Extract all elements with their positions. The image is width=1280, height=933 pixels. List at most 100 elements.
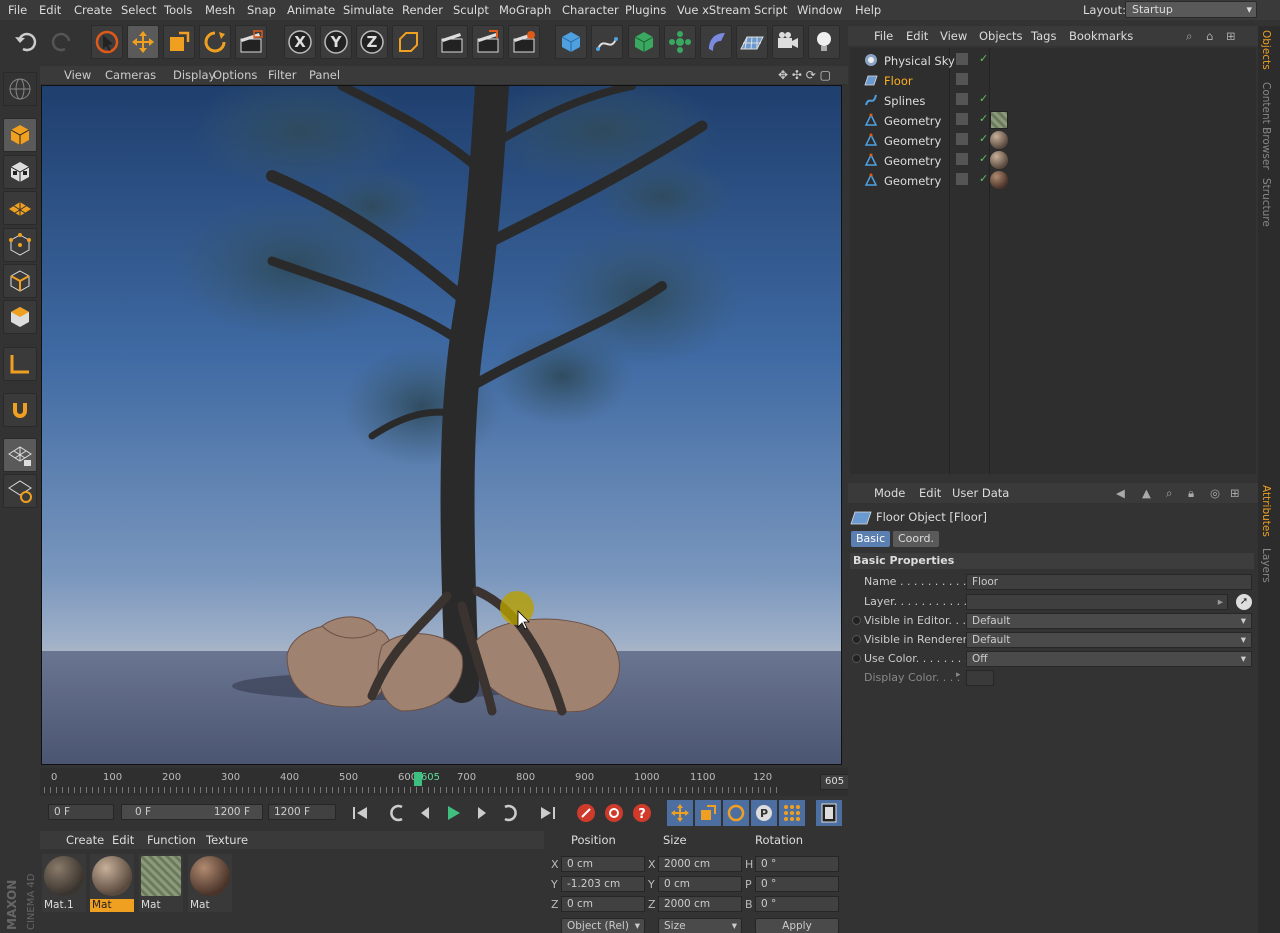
record-keys-button[interactable] [573,800,599,826]
material-menu-edit[interactable]: Edit [112,833,134,847]
visibility-icon[interactable] [956,53,968,65]
make-editable-button[interactable] [3,72,37,106]
viewport-menu-panel[interactable]: Panel [309,68,340,82]
material-swatch-selected[interactable]: Mat [90,854,134,912]
new-window-icon[interactable]: ⊞ [1230,486,1240,500]
add-deformer-button[interactable] [700,25,732,59]
menu-plugins[interactable]: Plugins [625,3,666,17]
start-frame-field[interactable]: 0 F [48,804,114,820]
render-picture-viewer-button[interactable] [472,25,504,59]
objects-menu-view[interactable]: View [940,29,967,43]
animate-radio[interactable] [852,654,861,663]
lock-icon[interactable]: 🔒︎ [1188,486,1194,501]
menu-snap[interactable]: Snap [247,3,276,17]
material-menu-create[interactable]: Create [66,833,104,847]
back-arrow-icon[interactable]: ◀ [1116,486,1125,500]
coordinate-mode-select[interactable]: Object (Rel) ▾ [561,918,645,933]
menu-file[interactable]: File [8,3,27,17]
visibility-icon[interactable] [956,73,968,85]
menu-animate[interactable]: Animate [287,3,335,17]
menu-script[interactable]: Script [754,3,787,17]
play-button[interactable] [440,800,466,826]
go-to-start-button[interactable] [347,800,373,826]
move-tool-button[interactable] [127,25,159,59]
keyframe-selection-button[interactable]: ? [629,800,655,826]
enabled-check-icon[interactable]: ✓ [979,132,988,145]
up-arrow-icon[interactable]: ▲ [1142,486,1151,500]
object-row-floor[interactable]: Floor [860,70,1256,90]
menu-window[interactable]: Window [797,3,842,17]
attr-menu-user-data[interactable]: User Data [952,486,1009,500]
objects-menu-file[interactable]: File [874,29,893,43]
rotation-h-field[interactable]: 0 ° [755,856,839,872]
visibility-icon[interactable] [956,133,968,145]
coordinate-system-button[interactable] [392,25,424,59]
visible-in-renderer-select[interactable]: Default ▾ [966,632,1252,648]
locked-workplane-button[interactable] [3,438,37,472]
apply-button[interactable]: Apply [755,918,839,933]
workplane-mode-button[interactable] [3,191,37,225]
position-x-field[interactable]: 0 cm [561,856,645,872]
animate-radio[interactable] [852,616,861,625]
menu-render[interactable]: Render [402,3,443,17]
menu-mesh[interactable]: Mesh [205,3,235,17]
menu-edit[interactable]: Edit [39,3,61,17]
go-to-end-button[interactable] [535,800,561,826]
tab-attributes[interactable]: Attributes [1260,485,1272,537]
position-z-field[interactable]: 0 cm [561,896,645,912]
menu-tools[interactable]: Tools [164,3,192,17]
redo-button[interactable] [46,25,78,59]
menu-help[interactable]: Help [855,3,881,17]
visibility-icon[interactable] [956,113,968,125]
preview-range-slider[interactable]: 0 F 1200 F [121,804,263,820]
size-y-field[interactable]: 0 cm [658,876,742,892]
object-row-geometry[interactable]: Geometry ✓ [860,150,1256,170]
texture-mode-button[interactable] [3,155,37,189]
viewport-menu-options[interactable]: Options [213,68,257,82]
menu-character[interactable]: Character [562,3,619,17]
objects-menu-edit[interactable]: Edit [906,29,928,43]
display-color-swatch[interactable] [966,670,994,686]
rotation-b-field[interactable]: 0 ° [755,896,839,912]
timeline-ruler[interactable]: 0 100 200 300 400 500 600 700 800 900 10… [40,768,880,796]
axis-mode-button[interactable] [3,347,37,381]
material-menu-texture[interactable]: Texture [206,833,248,847]
tab-objects[interactable]: Objects [1260,30,1272,70]
animate-radio[interactable] [852,635,861,644]
size-x-field[interactable]: 2000 cm [658,856,742,872]
visible-in-editor-select[interactable]: Default ▾ [966,613,1252,629]
key-rotation-button[interactable] [723,800,749,826]
enabled-check-icon[interactable]: ✓ [979,112,988,125]
add-array-button[interactable] [664,25,696,59]
new-window-icon[interactable]: ⊞ [1226,29,1236,43]
material-tag-icon[interactable] [990,171,1008,189]
end-frame-field[interactable]: 1200 F [268,804,336,820]
rotation-p-field[interactable]: 0 ° [755,876,839,892]
scale-tool-button[interactable] [163,25,195,59]
add-spline-button[interactable] [591,25,623,59]
key-parameter-button[interactable]: P [751,800,777,826]
size-mode-select[interactable]: Size ▾ [658,918,742,933]
viewport-menu-display[interactable]: Display [173,68,215,82]
viewport-menu-view[interactable]: View [64,68,91,82]
search-icon[interactable]: ⌕ [1186,29,1192,44]
z-axis-button[interactable]: Z [356,25,388,59]
next-frame-button[interactable] [468,800,494,826]
object-row-splines[interactable]: Splines ✓ [860,90,1256,110]
enabled-check-icon[interactable]: ✓ [979,152,988,165]
material-swatch[interactable]: Mat.1 [42,854,86,912]
add-cube-button[interactable] [555,25,587,59]
render-view-button[interactable] [436,25,468,59]
enabled-check-icon[interactable]: ✓ [979,52,988,65]
add-generator-button[interactable] [628,25,660,59]
planar-workplane-button[interactable] [3,474,37,508]
key-pla-button[interactable] [779,800,805,826]
tab-content-browser[interactable]: Content Browser [1260,82,1272,170]
visibility-icon[interactable] [956,93,968,105]
material-menu-function[interactable]: Function [147,833,196,847]
add-light-button[interactable] [808,25,840,59]
target-icon[interactable]: ◎ [1210,486,1220,500]
visibility-icon[interactable] [956,153,968,165]
3d-viewport[interactable] [41,85,842,765]
snapping-button[interactable] [3,393,37,427]
